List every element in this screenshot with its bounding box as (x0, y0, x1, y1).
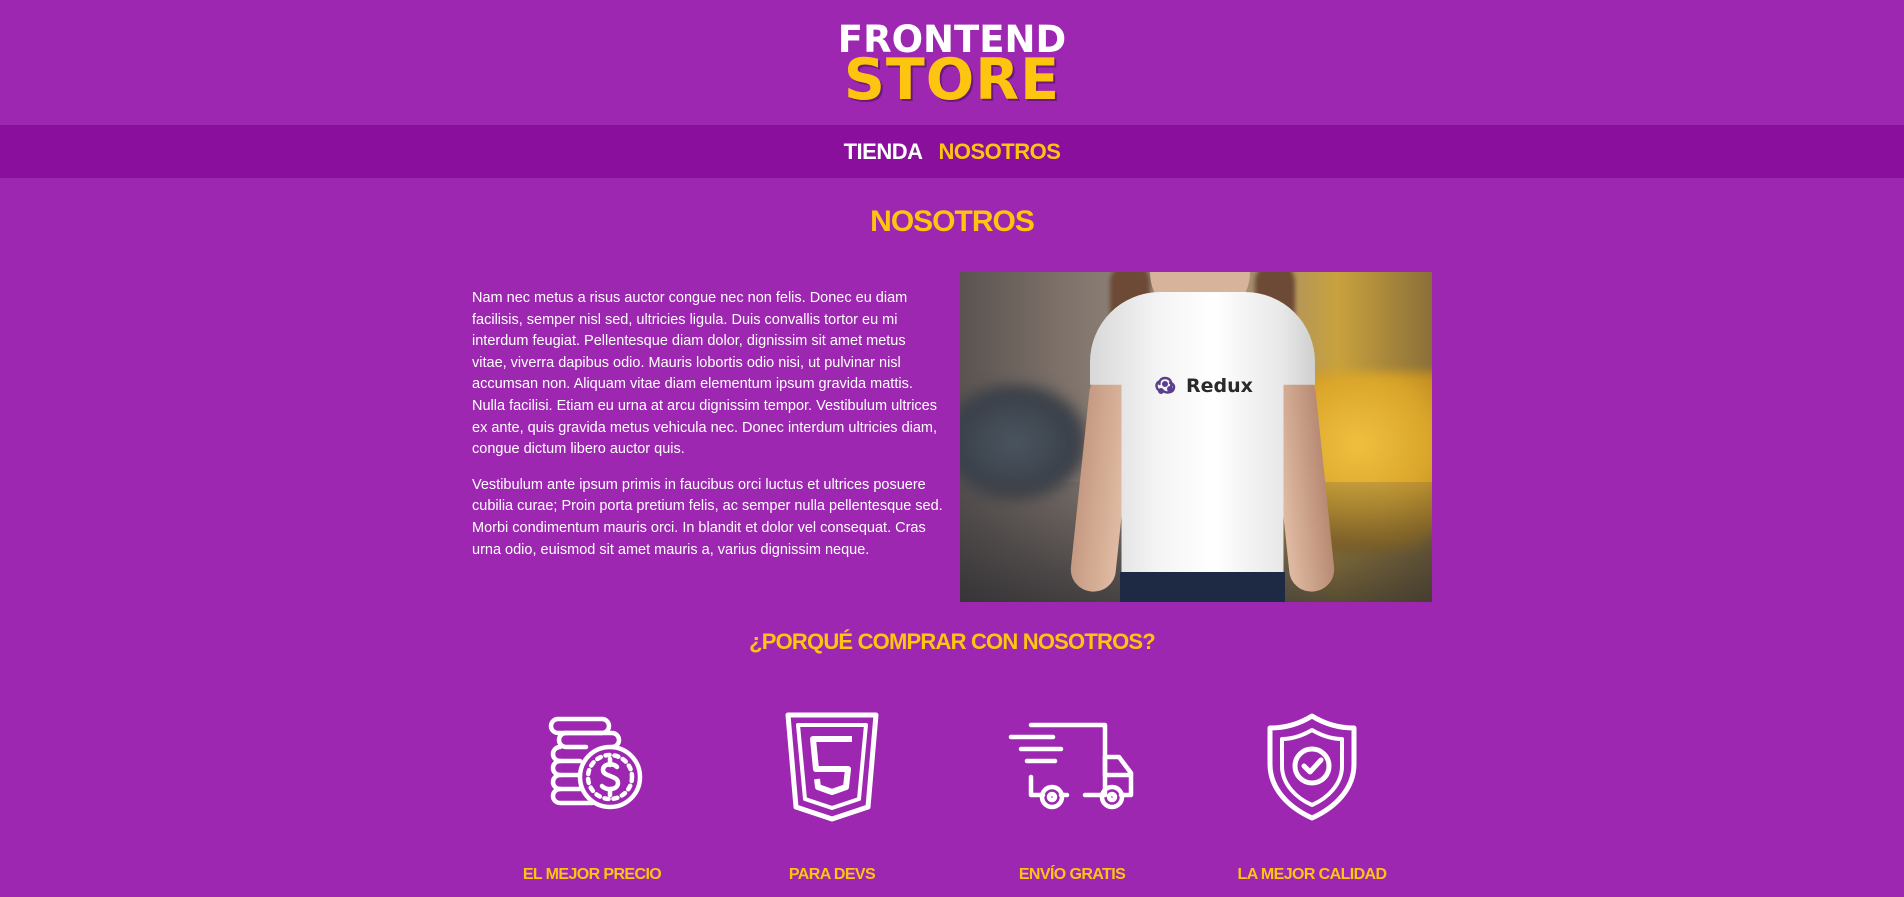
shield-check-icon (1247, 712, 1377, 822)
about-section: Nam nec metus a risus auctor congue nec … (472, 272, 1432, 602)
feature-label: EL MEJOR PRECIO (522, 866, 662, 883)
logo-bottom-text: STORE (843, 46, 1061, 113)
page-title: NOSOTROS (870, 205, 1035, 238)
delivery-truck-icon (1007, 712, 1137, 822)
coins-dollar-icon (527, 712, 657, 822)
feature-label: ENVÍO GRATIS (1018, 866, 1126, 883)
main-navigation: TIENDA NOSOTROS (0, 125, 1904, 178)
site-logo[interactable]: FRONTEND STORE (838, 21, 1066, 109)
html5-icon (767, 712, 897, 822)
nav-link-tienda[interactable]: TIENDA (844, 139, 923, 165)
about-paragraph-1: Nam nec metus a risus auctor congue nec … (472, 290, 938, 458)
about-image: Redux (960, 272, 1432, 602)
feature-for-devs: PARA DEVS (712, 712, 952, 884)
main-content: NOSOTROS Nam nec metus a risus auctor co… (472, 204, 1432, 884)
about-paragraph-2: Vestibulum ante ipsum primis in faucibus… (472, 476, 943, 558)
feature-best-price: EL MEJOR PRECIO (472, 712, 712, 884)
redux-icon (1155, 376, 1176, 395)
redux-wordmark: Redux (1186, 375, 1253, 397)
why-buy-title: ¿PORQUÉ COMPRAR CON NOSOTROS? (749, 629, 1156, 654)
redux-shirt-logo: Redux (1152, 372, 1253, 400)
feature-label: PARA DEVS (788, 866, 876, 883)
nav-link-nosotros[interactable]: NOSOTROS (938, 139, 1060, 165)
feature-best-quality: LA MEJOR CALIDAD (1192, 712, 1432, 884)
about-text: Nam nec metus a risus auctor congue nec … (472, 272, 943, 602)
site-header: FRONTEND STORE (0, 0, 1904, 125)
image-jeans (1120, 572, 1285, 602)
features-list: EL MEJOR PRECIO PARA DEVS ENVÍO GRATIS L… (472, 712, 1432, 884)
image-tshirt (1090, 292, 1315, 582)
feature-free-shipping: ENVÍO GRATIS (952, 712, 1192, 884)
feature-label: LA MEJOR CALIDAD (1237, 866, 1388, 883)
